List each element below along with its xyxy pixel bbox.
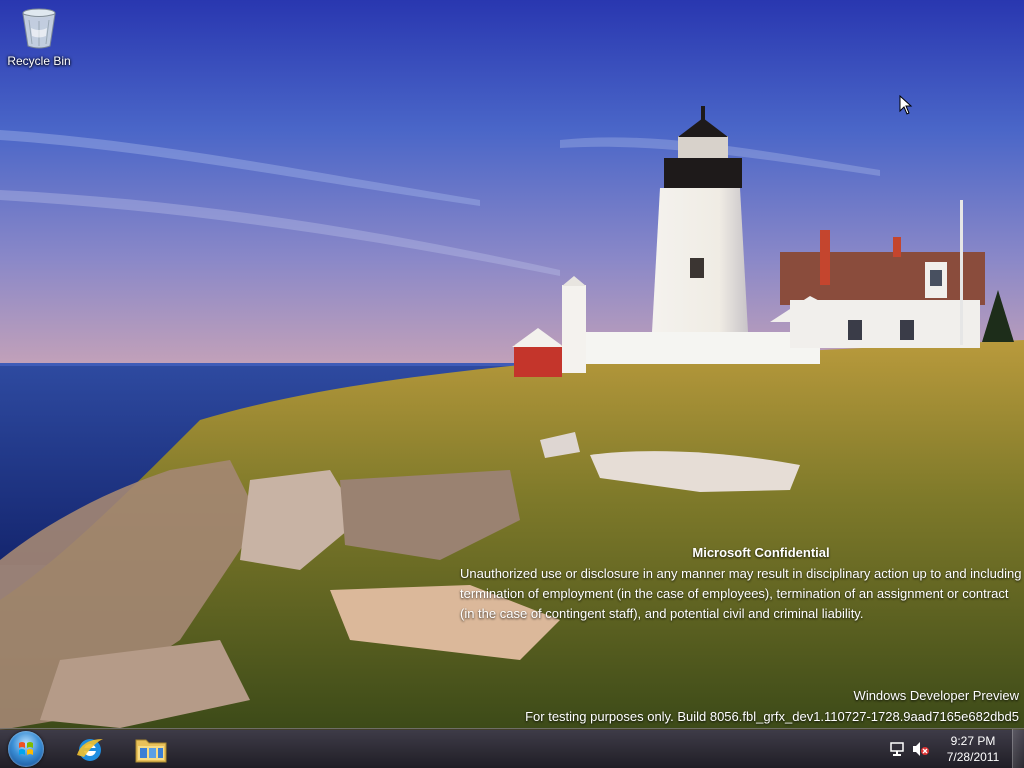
mouse-pointer-icon (899, 94, 913, 115)
desktop-icon-label: Recycle Bin (7, 54, 71, 68)
notification-area: 9:27 PM 7/28/2011 (888, 729, 1010, 768)
confidential-body: Unauthorized use or disclosure in any ma… (460, 566, 1022, 621)
clock-date: 7/28/2011 (946, 750, 1000, 764)
taskbar-internet-explorer[interactable] (62, 729, 118, 768)
build-label: For testing purposes only. Build 8056.fb… (525, 709, 1019, 724)
network-icon[interactable] (888, 741, 906, 757)
volume-muted-icon[interactable] (912, 741, 930, 757)
clock[interactable]: 9:27 PM 7/28/2011 (936, 733, 1010, 765)
edition-label: Windows Developer Preview (853, 688, 1019, 703)
confidential-title: Microsoft Confidential (692, 545, 830, 560)
file-explorer-icon (135, 739, 167, 763)
internet-explorer-icon (77, 739, 103, 761)
taskbar: 9:27 PM 7/28/2011 (0, 728, 1024, 768)
start-button[interactable] (4, 730, 48, 768)
taskbar-windows-explorer[interactable] (123, 729, 179, 768)
build-watermark: Windows Developer Preview For testing pu… (525, 685, 1019, 727)
desktop-wallpaper (0, 0, 1024, 768)
desktop-icon-recycle-bin[interactable]: Recycle Bin (4, 6, 74, 68)
recycle-bin-icon (19, 6, 59, 50)
confidential-notice: Microsoft Confidential Unauthorized use … (460, 545, 1022, 624)
show-desktop-button[interactable] (1012, 729, 1024, 768)
windows-start-orb-icon (8, 731, 44, 767)
clock-time: 9:27 PM (950, 734, 996, 748)
